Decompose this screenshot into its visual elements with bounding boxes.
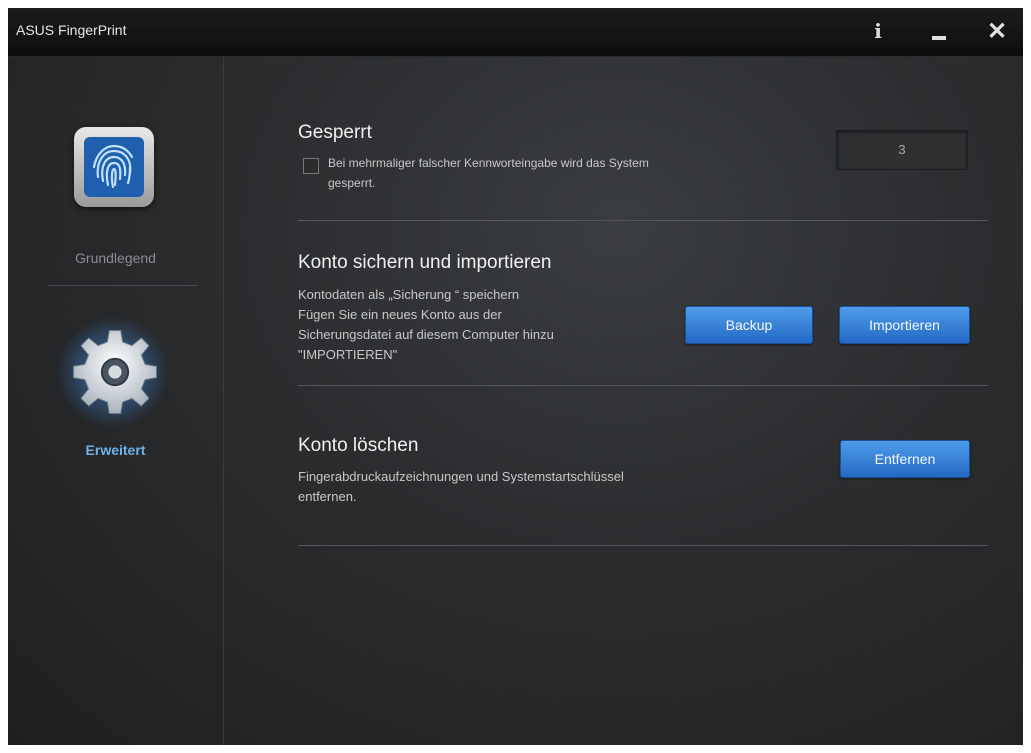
backup-section-title: Konto sichern und importieren — [298, 252, 552, 273]
delete-description: Fingerabdruckaufzeichnungen und Systemst… — [298, 467, 624, 507]
description-line: "IMPORTIEREN" — [298, 347, 398, 362]
close-button[interactable]: ✕ — [980, 14, 1014, 48]
description-line: Kontodaten als „Sicherung “ speichern — [298, 287, 520, 302]
window-title: ASUS FingerPrint — [16, 22, 127, 38]
backup-description: Kontodaten als „Sicherung “ speichern Fü… — [298, 285, 554, 365]
section-divider — [298, 545, 988, 546]
app-window: ASUS FingerPrint i ✕ Grundlegend Erweite… — [8, 8, 1023, 745]
description-line: Sicherungsdatei auf diesem Computer hinz… — [298, 327, 554, 342]
gear-icon — [73, 330, 157, 414]
lock-section-title: Gesperrt — [298, 122, 372, 143]
settings-panel: Gesperrt Bei mehrmaliger falscher Kennwo… — [298, 57, 998, 737]
lock-checkbox-label-line: Bei mehrmaliger falscher Kennworteingabe… — [328, 156, 649, 170]
remove-button[interactable]: Entfernen — [840, 440, 970, 478]
lock-checkbox-label: Bei mehrmaliger falscher Kennworteingabe… — [328, 153, 649, 193]
minimize-button[interactable] — [922, 14, 956, 48]
section-divider — [298, 220, 988, 221]
title-bar: ASUS FingerPrint i ✕ — [8, 8, 1023, 57]
lock-checkbox[interactable] — [303, 158, 319, 174]
import-button[interactable]: Importieren — [839, 306, 970, 344]
backup-button[interactable]: Backup — [685, 306, 813, 344]
info-button[interactable]: i — [861, 14, 895, 48]
attempts-input[interactable]: 3 — [836, 130, 968, 170]
sidebar-item-erweitert[interactable]: Erweitert — [8, 307, 223, 477]
sidebar-item-label: Grundlegend — [75, 250, 156, 266]
delete-section-title: Konto löschen — [298, 435, 419, 456]
description-line: Fügen Sie ein neues Konto aus der — [298, 307, 502, 322]
sidebar: Grundlegend Erweitert — [8, 57, 224, 745]
sidebar-item-grundlegend[interactable]: Grundlegend — [8, 115, 223, 275]
sidebar-divider — [48, 285, 198, 286]
description-line: entfernen. — [298, 489, 357, 504]
section-divider — [298, 385, 988, 386]
sidebar-item-label: Erweitert — [85, 442, 146, 458]
lock-checkbox-label-line: gesperrt. — [328, 176, 376, 190]
fingerprint-icon — [74, 127, 154, 207]
description-line: Fingerabdruckaufzeichnungen und Systemst… — [298, 469, 624, 484]
